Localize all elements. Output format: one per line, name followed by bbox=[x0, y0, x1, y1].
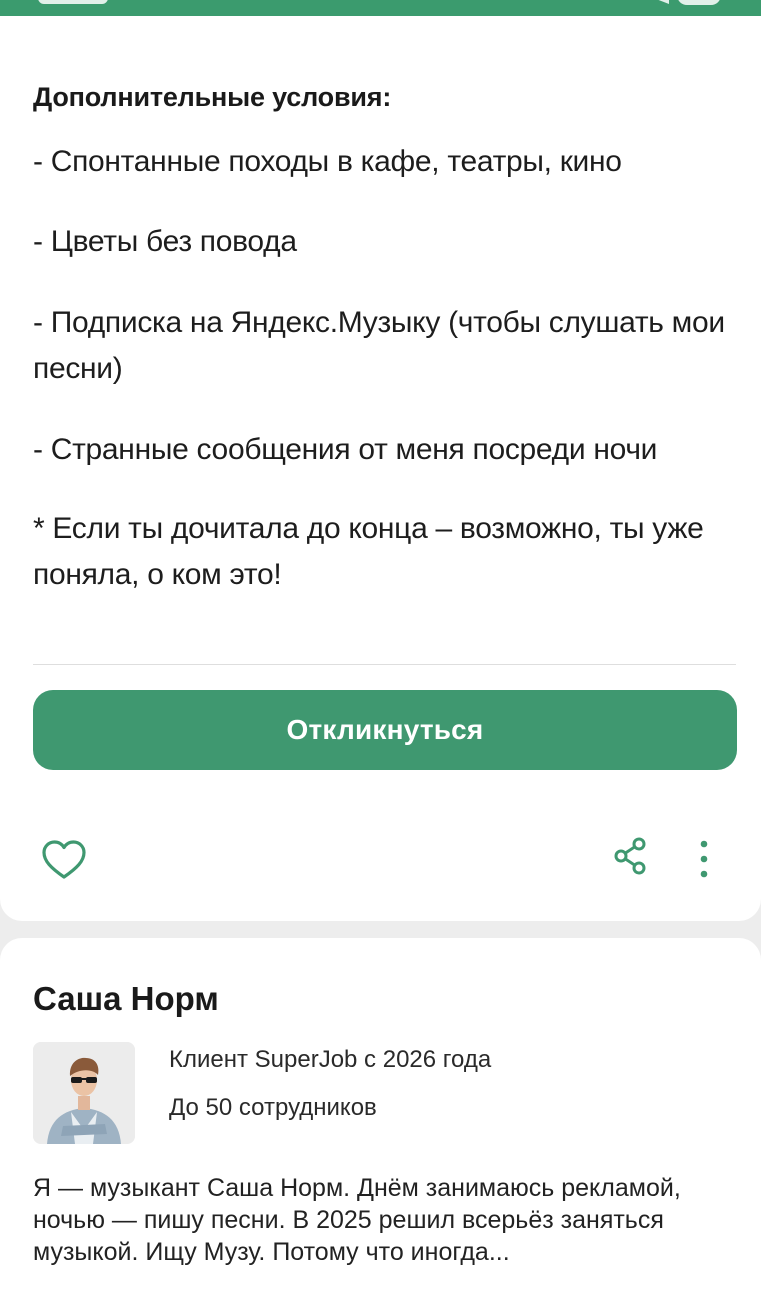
condition-item: - Странные сообщения от меня посреди ноч… bbox=[33, 433, 658, 466]
conditions-footnote: * Если ты дочитала до конца – возможно, … bbox=[33, 512, 704, 591]
condition-item: - Цветы без повода bbox=[33, 225, 297, 258]
condition-item: - Спонтанные походы в кафе, театры, кино bbox=[33, 145, 622, 178]
more-vertical-icon[interactable] bbox=[697, 838, 711, 880]
share-icon[interactable] bbox=[612, 836, 648, 876]
respond-button[interactable]: Откликнуться bbox=[33, 690, 737, 770]
heart-icon[interactable] bbox=[42, 840, 86, 880]
condition-item: - Подписка на Яндекс.Музыку (чтобы слуша… bbox=[33, 306, 725, 385]
vacancy-card: Дополнительные условия: - Спонтанные пох… bbox=[0, 16, 761, 921]
battery-icon bbox=[677, 0, 721, 5]
company-avatar[interactable] bbox=[33, 1042, 135, 1144]
conditions-heading: Дополнительные условия: bbox=[33, 82, 392, 112]
client-since: Клиент SuperJob с 2026 года bbox=[169, 1046, 492, 1073]
company-description: Я — музыкант Саша Норм. Днём занимаюсь р… bbox=[33, 1174, 681, 1266]
avatar-photo bbox=[33, 1042, 135, 1144]
status-time bbox=[38, 0, 108, 4]
signal-icon bbox=[643, 0, 669, 4]
company-size: До 50 сотрудников bbox=[169, 1094, 377, 1121]
company-name[interactable]: Саша Норм bbox=[33, 980, 219, 1018]
company-card: Саша Норм Клиент SuperJob с 2026 года До… bbox=[0, 938, 761, 1298]
status-bar bbox=[0, 0, 761, 16]
divider bbox=[33, 664, 736, 665]
